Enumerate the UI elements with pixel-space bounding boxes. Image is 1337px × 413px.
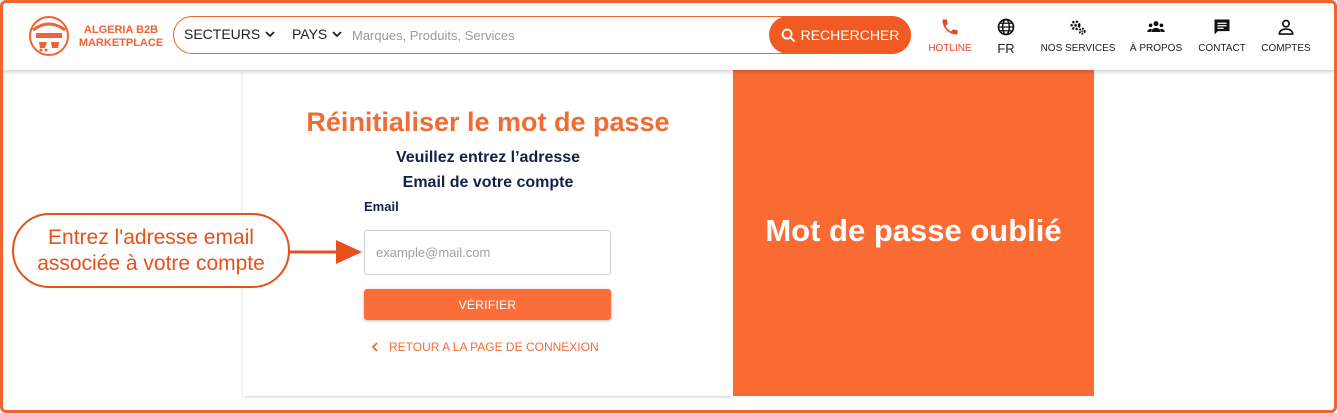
nav-language[interactable]: FR [991, 17, 1021, 56]
countries-dropdown[interactable]: PAYS [292, 26, 343, 42]
annotation-line-1: Entrez l'adresse email [48, 225, 254, 249]
nav-contact[interactable]: CONTACT [1194, 17, 1250, 54]
verify-button[interactable]: VÉRIFIER [364, 289, 611, 320]
nav-hotline-label: HOTLINE [928, 43, 972, 54]
back-to-login-label: RETOUR A LA PAGE DE CONNEXION [389, 340, 599, 354]
back-to-login-link[interactable]: RETOUR A LA PAGE DE CONNEXION [371, 340, 599, 354]
search-input[interactable] [352, 23, 762, 47]
nav-accounts-label: COMPTES [1261, 43, 1311, 54]
nav-services-label: NOS SERVICES [1040, 43, 1116, 54]
search-button[interactable]: RECHERCHER [769, 16, 911, 54]
phone-icon [942, 19, 958, 35]
chat-icon [1214, 19, 1230, 35]
chevron-down-icon [265, 31, 275, 38]
brand-line-1: ALGERIA B2B [83, 24, 159, 36]
instruction-line-2: Email de votre compte [402, 174, 574, 191]
brand-line-2: MARKETPLACE [78, 37, 164, 49]
sectors-dropdown[interactable]: SECTEURS [184, 26, 276, 42]
countries-dropdown-label: PAYS [292, 26, 328, 42]
annotation-line-2: associée à votre compte [37, 251, 265, 275]
email-label: Email [364, 199, 399, 214]
annotation-callout: Entrez l'adresse email associée à votre … [12, 213, 290, 288]
email-field[interactable] [364, 230, 611, 275]
nav-contact-label: CONTACT [1198, 43, 1246, 54]
side-panel: Mot de passe oublié [733, 70, 1094, 396]
chevron-left-icon [371, 342, 378, 352]
page-title: Réinitialiser le mot de passe [306, 107, 670, 137]
brand-name: ALGERIA B2B MARKETPLACE [75, 24, 167, 50]
reset-form-card: Réinitialiser le mot de passe Veuillez e… [243, 70, 733, 396]
side-panel-title: Mot de passe oublié [765, 213, 1062, 248]
sectors-dropdown-label: SECTEURS [184, 26, 261, 42]
brand-logo[interactable]: ALGERIA B2B MARKETPLACE [27, 12, 167, 62]
chevron-down-icon [332, 31, 342, 38]
globe-icon [997, 18, 1015, 36]
nav-hotline[interactable]: HOTLINE [925, 17, 975, 54]
search-icon [781, 28, 795, 42]
user-icon [1278, 19, 1294, 35]
nav-about[interactable]: À PROPOS [1125, 17, 1187, 54]
gears-icon [1070, 20, 1086, 35]
group-icon [1147, 21, 1165, 32]
search-bar: SECTEURS PAYS RECHERCHER [173, 16, 911, 54]
top-header: ALGERIA B2B MARKETPLACE SECTEURS PAYS RE… [3, 3, 1334, 70]
annotation-arrow-icon [288, 240, 362, 264]
nav-services[interactable]: NOS SERVICES [1036, 17, 1120, 54]
instruction-line-1: Veuillez entrez l’adresse [395, 149, 581, 166]
globe-logo-icon [29, 16, 69, 56]
nav-about-label: À PROPOS [1129, 43, 1183, 54]
nav-language-label: FR [997, 41, 1015, 56]
search-button-label: RECHERCHER [800, 27, 900, 43]
nav-accounts[interactable]: COMPTES [1257, 17, 1315, 54]
